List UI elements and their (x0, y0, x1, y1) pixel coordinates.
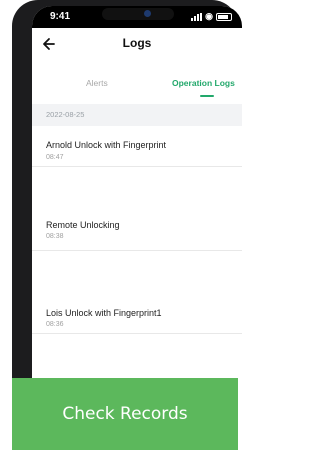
log-entry[interactable]: Arnold Unlock with Fingerprint 08:47 (32, 126, 242, 167)
app-screen: 9:41 ◉ Logs Alerts Operation Logs 2022-0… (32, 6, 242, 378)
camera-icon (144, 10, 151, 17)
date-header: 2022-08-25 (32, 104, 242, 126)
page-title: Logs (122, 36, 152, 50)
log-entry-time: 08:47 (46, 154, 64, 161)
log-entry[interactable]: Remote Unlocking 08:38 (32, 195, 242, 251)
tab-bar: Alerts Operation Logs (32, 68, 242, 98)
log-date: 2022-08-25 (46, 110, 85, 119)
nav-bar: Logs (32, 30, 242, 58)
check-records-button[interactable]: Check Records (12, 378, 238, 450)
status-icons: ◉ (191, 12, 232, 21)
signal-icon (191, 12, 203, 21)
active-tab-indicator (200, 95, 214, 97)
log-entry-time: 08:36 (46, 321, 64, 328)
log-entry[interactable]: Lois Unlock with Fingerprint1 08:36 (32, 251, 242, 334)
wifi-icon: ◉ (205, 11, 213, 21)
tab-operation-logs[interactable]: Operation Logs (172, 78, 235, 88)
status-time: 9:41 (50, 11, 71, 22)
tab-alerts[interactable]: Alerts (86, 78, 108, 88)
notch (102, 8, 174, 20)
log-entry-title: Remote Unlocking (46, 220, 120, 230)
log-entry-time: 08:38 (46, 233, 64, 240)
battery-icon (216, 12, 232, 21)
status-bar: 9:41 ◉ (32, 6, 242, 28)
log-entry-title: Arnold Unlock with Fingerprint (46, 140, 167, 150)
log-entry-title: Lois Unlock with Fingerprint1 (46, 308, 162, 318)
phone-frame: 9:41 ◉ Logs Alerts Operation Logs 2022-0… (12, 0, 242, 378)
